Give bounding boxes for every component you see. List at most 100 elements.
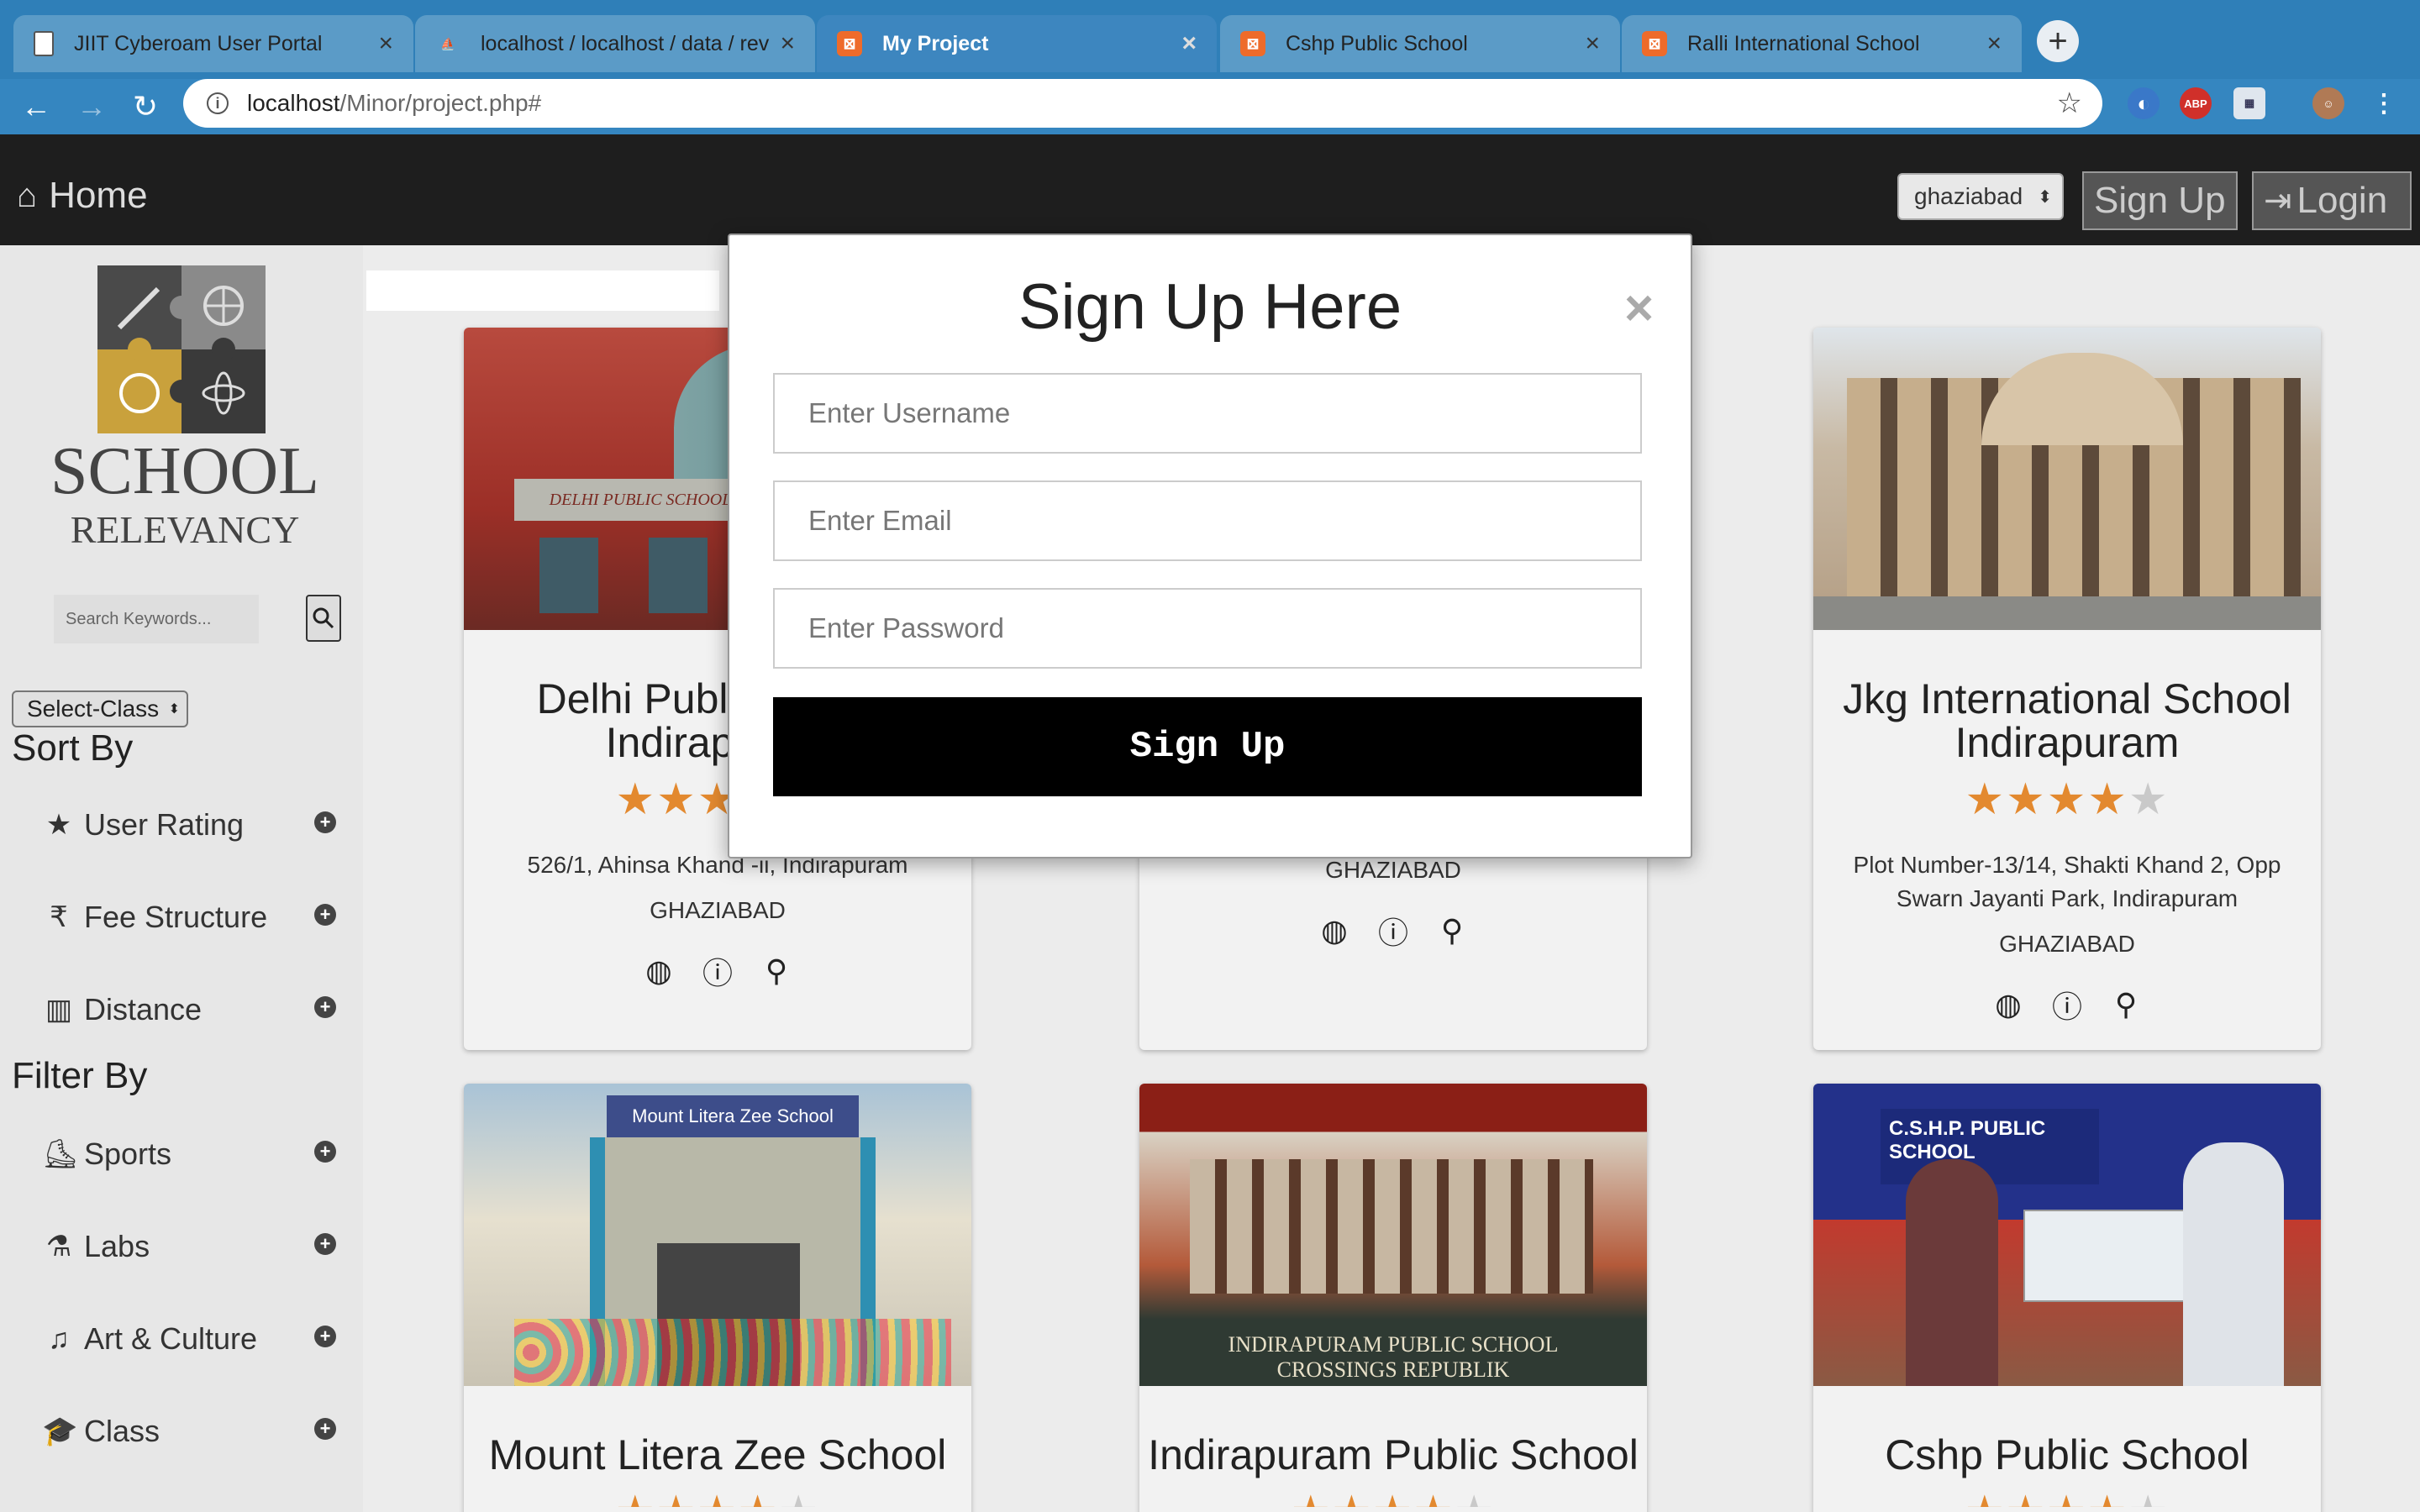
adblock-icon[interactable]: ABP xyxy=(2180,87,2212,119)
signup-label: Sign Up xyxy=(2094,180,2226,221)
info-circle-icon[interactable]: ⓘ xyxy=(1376,914,1410,950)
browser-tab-jiit[interactable]: JIIT Cyberoam User Portal × xyxy=(13,15,413,72)
plus-circle-icon[interactable]: + xyxy=(314,1233,336,1255)
back-arrow-icon[interactable]: ← xyxy=(15,86,57,128)
star-icon: ★★★★ xyxy=(1965,775,2128,824)
plus-circle-icon[interactable]: + xyxy=(314,1141,336,1163)
email-placeholder: Enter Email xyxy=(808,505,952,536)
card-footer: GHAZIABAD ◍ ⓘ ⚲ xyxy=(1139,857,1647,950)
filter-sports[interactable]: ⛸ Sports + xyxy=(42,1129,336,1179)
home-label: Home xyxy=(49,175,148,216)
school-card[interactable]: Mount Litera Zee School Mount Litera Zee… xyxy=(464,1084,971,1512)
reload-icon[interactable]: ↻ xyxy=(124,86,166,128)
school-sign-line: CROSSINGS REPUBLIK xyxy=(1276,1357,1510,1382)
logo-text-school: SCHOOL xyxy=(50,434,319,508)
username-field[interactable]: Enter Username xyxy=(773,373,1642,454)
email-field[interactable]: Enter Email xyxy=(773,480,1642,561)
info-circle-icon[interactable]: ⓘ xyxy=(701,954,734,990)
url-path: /Minor/project.php# xyxy=(339,90,542,116)
school-name[interactable]: Jkg International School Indirapuram xyxy=(1813,677,2321,764)
document-icon xyxy=(34,31,54,56)
plus-circle-icon[interactable]: + xyxy=(314,904,336,926)
tab-label: Ralli International School xyxy=(1687,31,1920,55)
browser-tab-ralli[interactable]: ⊠ Ralli International School × xyxy=(1622,15,2022,72)
close-icon[interactable]: × xyxy=(1585,29,1600,58)
star-icon: ★ xyxy=(45,809,72,841)
search-input[interactable]: Search Keywords... xyxy=(54,595,259,643)
filter-by-heading: Filter By xyxy=(12,1055,148,1096)
xampp-icon: ⊠ xyxy=(1240,31,1265,56)
school-name[interactable]: Mount Litera Zee School xyxy=(464,1433,971,1477)
map-marker-icon[interactable]: ⚲ xyxy=(1435,913,1469,948)
sort-fee-structure[interactable]: ₹ Fee Structure + xyxy=(42,892,336,942)
class-select[interactable]: Select-Class ⬍ xyxy=(12,690,188,727)
sort-item-label: Distance xyxy=(84,992,203,1026)
tab-label: My Project xyxy=(882,31,989,55)
browser-tab-phpmyadmin[interactable]: ⛵ localhost / localhost / data / rev × xyxy=(415,15,815,72)
sort-distance[interactable]: ▥ Distance + xyxy=(42,984,336,1035)
search-button[interactable] xyxy=(306,595,341,642)
plus-circle-icon[interactable]: + xyxy=(314,1326,336,1347)
new-tab-button[interactable]: + xyxy=(2037,20,2079,62)
graduation-cap-icon: 🎓 xyxy=(42,1415,78,1447)
map-marker-icon[interactable]: ⚲ xyxy=(2109,987,2143,1021)
school-card[interactable]: C.S.H.P. PUBLIC SCHOOL Cshp Public Schoo… xyxy=(1813,1084,2321,1512)
filter-item-label: Class xyxy=(84,1414,160,1448)
login-button[interactable]: ⇥ Login xyxy=(2252,171,2412,230)
filter-art-culture[interactable]: ♫ Art & Culture + xyxy=(42,1314,336,1364)
close-icon[interactable]: × xyxy=(378,29,393,58)
city-select[interactable]: ghaziabad ⬍ xyxy=(1897,173,2064,220)
sort-user-rating[interactable]: ★ User Rating + xyxy=(42,800,336,850)
school-name[interactable]: Indirapuram Public School xyxy=(1139,1433,1647,1477)
search-icon xyxy=(313,607,334,629)
filter-item-label: Art & Culture xyxy=(84,1321,258,1356)
school-sign: INDIRAPURAM PUBLIC SCHOOL CROSSINGS REPU… xyxy=(1139,1327,1647,1386)
plus-circle-icon[interactable]: + xyxy=(314,811,336,833)
tab-label: Cshp Public School xyxy=(1286,31,1468,55)
school-photo: INDIRAPURAM PUBLIC SCHOOL CROSSINGS REPU… xyxy=(1139,1084,1647,1386)
forward-arrow-icon[interactable]: → xyxy=(71,86,113,128)
close-icon[interactable]: × xyxy=(1181,29,1197,58)
info-circle-icon[interactable]: ⓘ xyxy=(2050,988,2084,1024)
url-host: localhost xyxy=(247,90,340,116)
school-card[interactable]: Jkg International School Indirapuram ★★★… xyxy=(1813,328,2321,1050)
close-icon[interactable]: × xyxy=(1986,29,2002,58)
filter-class[interactable]: 🎓 Class + xyxy=(42,1406,336,1457)
browser-tab-cshp[interactable]: ⊠ Cshp Public School × xyxy=(1220,15,1620,72)
close-icon[interactable]: × xyxy=(780,29,795,58)
school-card[interactable]: INDIRAPURAM PUBLIC SCHOOL CROSSINGS REPU… xyxy=(1139,1084,1647,1512)
signup-submit-button[interactable]: Sign Up xyxy=(773,697,1642,796)
extension-sync-icon[interactable]: ◐ xyxy=(2128,87,2160,119)
modal-title: Sign Up Here xyxy=(1018,271,1402,343)
extension-icon[interactable]: ▦ xyxy=(2233,87,2265,119)
plus-circle-icon[interactable]: + xyxy=(314,996,336,1018)
search-placeholder: Search Keywords... xyxy=(66,609,212,628)
plus-circle-icon[interactable]: + xyxy=(314,1418,336,1440)
profile-avatar[interactable]: ☺ xyxy=(2312,87,2344,119)
password-placeholder: Enter Password xyxy=(808,612,1004,643)
browser-tab-strip: JIIT Cyberoam User Portal × ⛵ localhost … xyxy=(0,0,2420,79)
school-city: GHAZIABAD xyxy=(650,897,786,923)
info-icon[interactable]: i xyxy=(207,92,229,114)
signup-button[interactable]: Sign Up xyxy=(2082,171,2238,230)
close-icon[interactable]: × xyxy=(1624,279,1654,337)
school-sign: C.S.H.P. PUBLIC SCHOOL xyxy=(1881,1109,2099,1184)
basketball-icon[interactable]: ◍ xyxy=(642,953,676,988)
school-sign-line: INDIRAPURAM PUBLIC SCHOOL xyxy=(1228,1332,1559,1357)
home-link[interactable]: ⌂ Home xyxy=(17,175,148,217)
school-name[interactable]: Cshp Public School xyxy=(1813,1433,2321,1477)
address-bar[interactable]: i localhost/Minor/project.php# ☆ xyxy=(183,79,2102,128)
basketball-icon[interactable]: ◍ xyxy=(1991,987,2025,1021)
sort-item-label: User Rating xyxy=(84,807,245,842)
filter-labs[interactable]: ⚗ Labs + xyxy=(42,1221,336,1272)
select-arrows-icon: ⬍ xyxy=(168,702,180,717)
signup-modal: Sign Up Here × Enter Username Enter Emai… xyxy=(728,234,1692,858)
browser-menu-icon[interactable]: ⋮ xyxy=(2368,87,2400,119)
tab-label: localhost / localhost / data / rev xyxy=(481,31,770,55)
login-icon: ⇥ xyxy=(2264,182,2292,219)
map-marker-icon[interactable]: ⚲ xyxy=(760,953,793,988)
password-field[interactable]: Enter Password xyxy=(773,588,1642,669)
basketball-icon[interactable]: ◍ xyxy=(1318,913,1351,948)
browser-tab-my-project[interactable]: ⊠ My Project × xyxy=(817,15,1217,72)
bookmark-star-icon[interactable]: ☆ xyxy=(2057,87,2082,120)
